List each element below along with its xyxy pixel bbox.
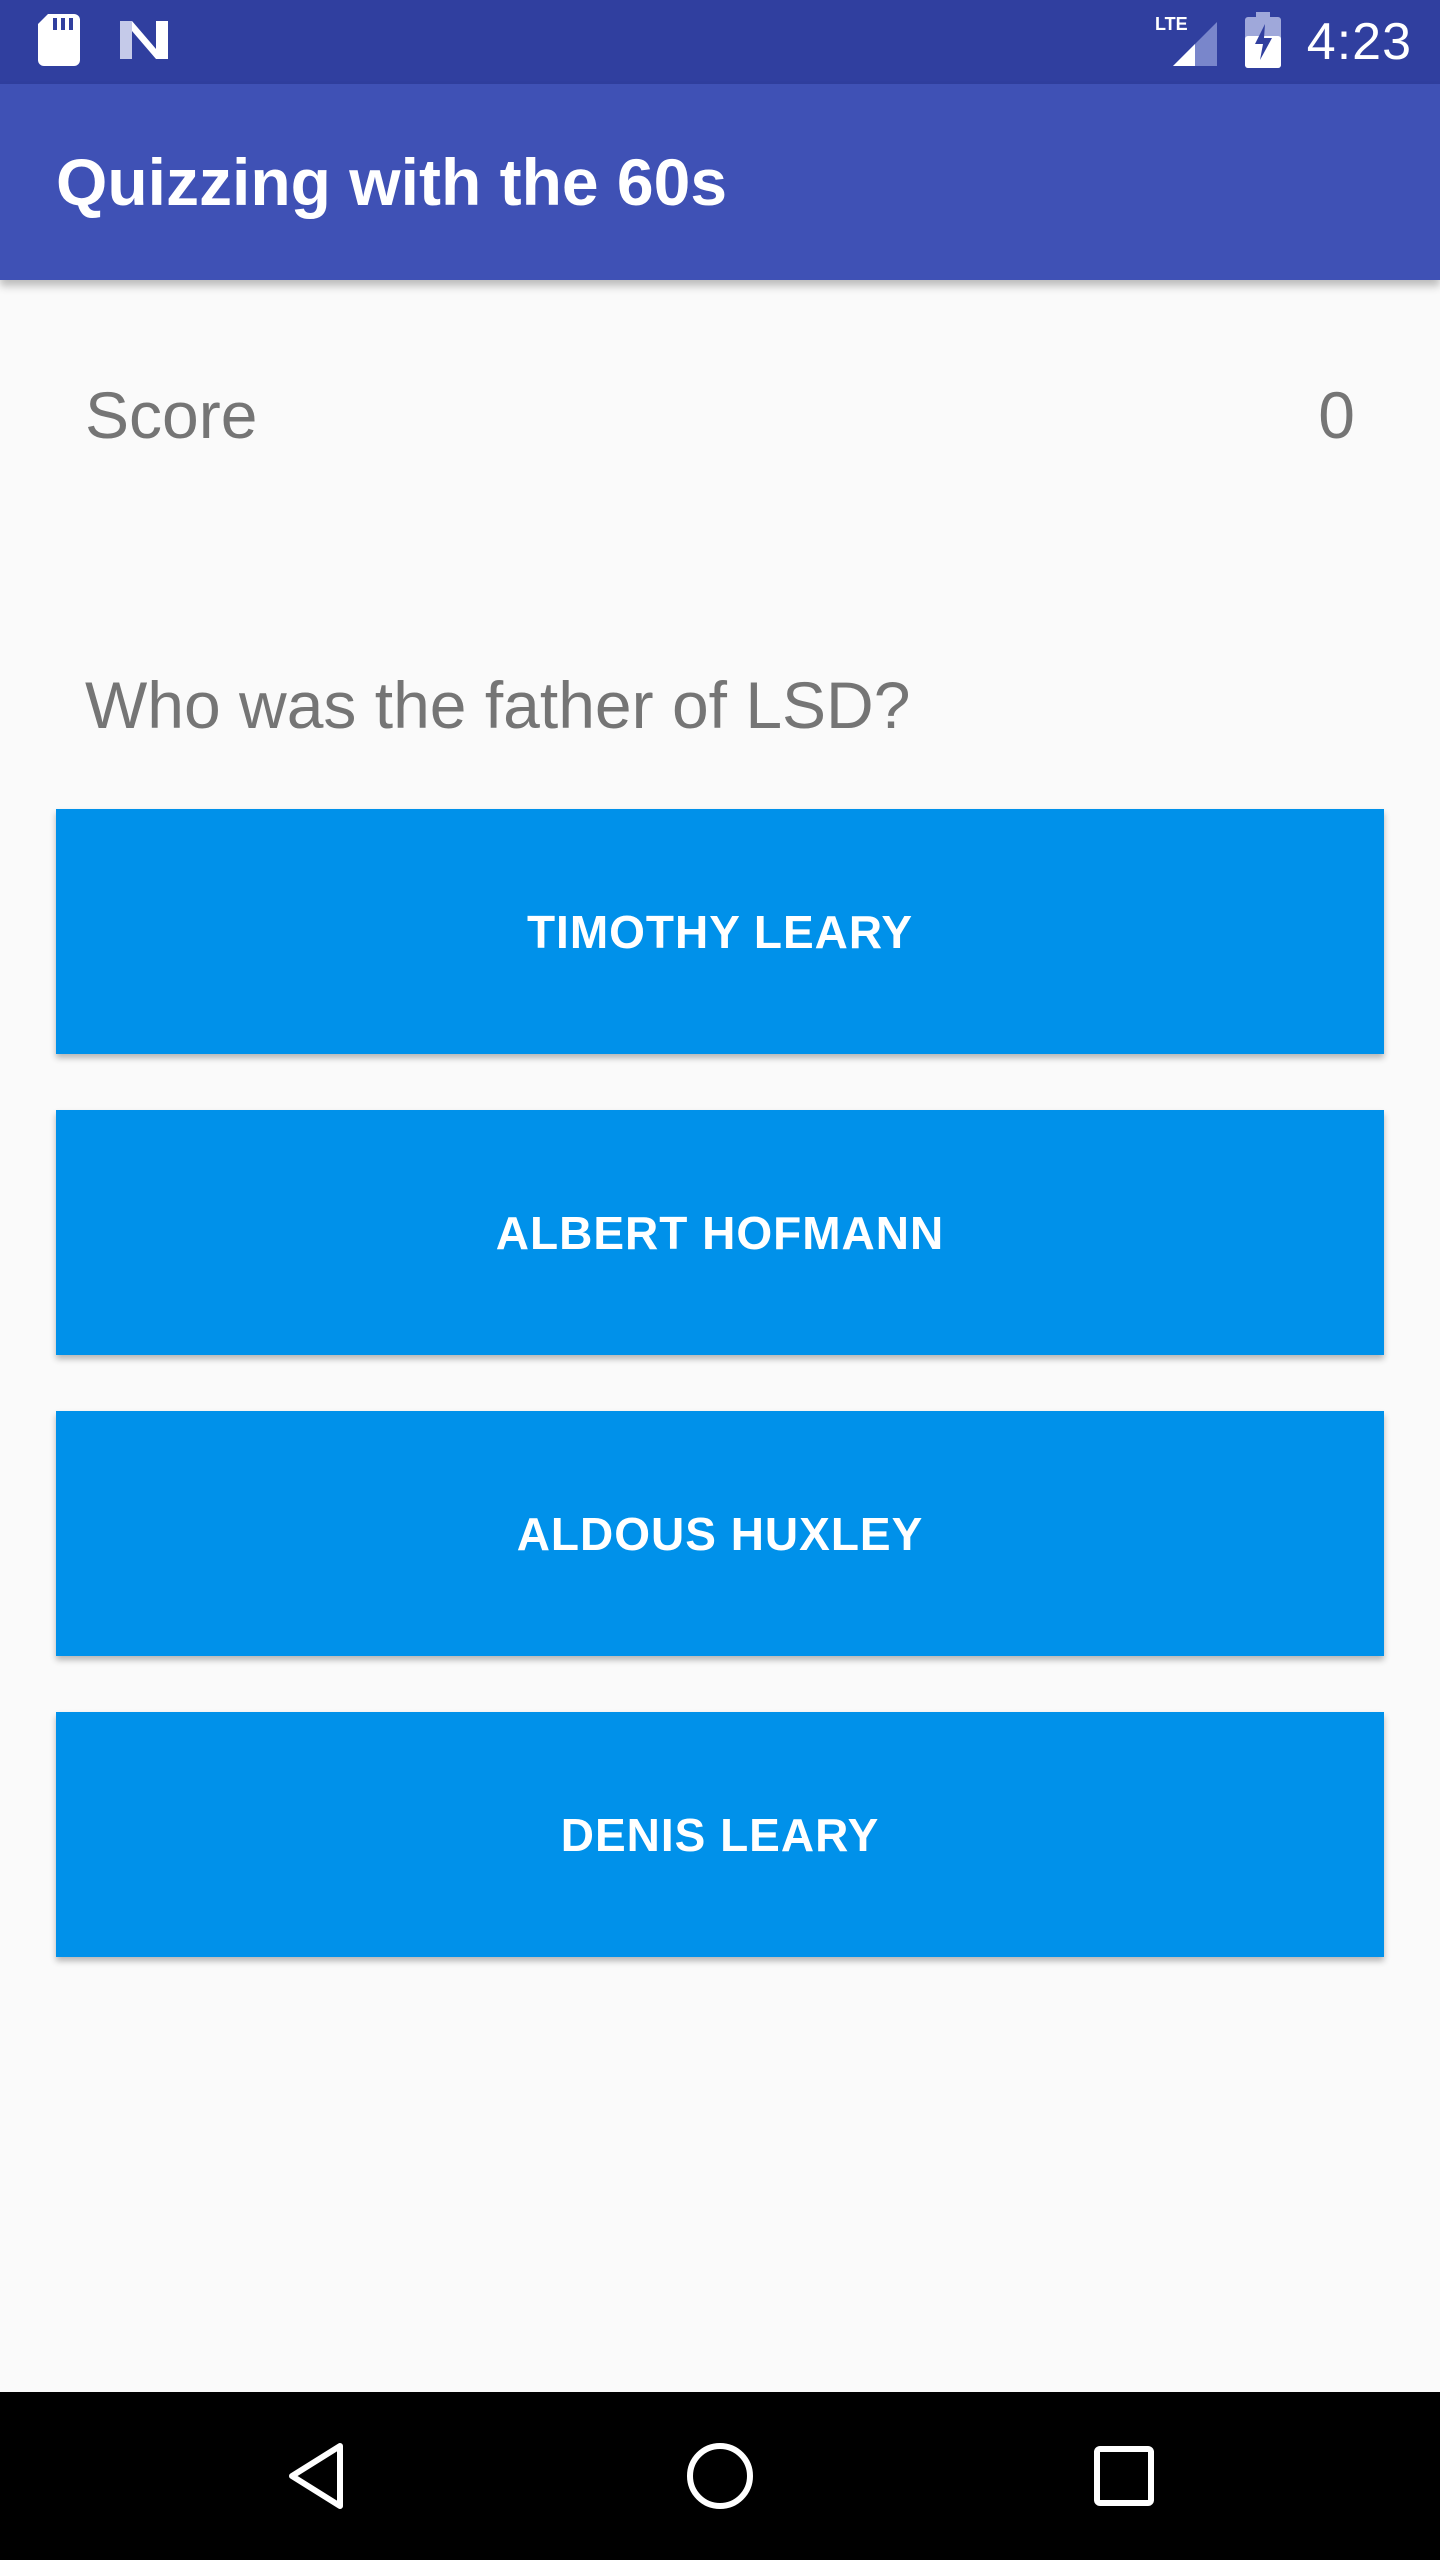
status-bar: LTE 4:23: [0, 0, 1440, 84]
app-title: Quizzing with the 60s: [56, 145, 728, 219]
answer-button-3[interactable]: ALDOUS HUXLEY: [56, 1411, 1384, 1656]
score-value: 0: [1318, 378, 1355, 452]
answer-button-2[interactable]: ALBERT HOFMANN: [56, 1110, 1384, 1355]
score-label: Score: [85, 378, 258, 452]
lte-signal-icon: LTE: [1155, 12, 1219, 73]
score-row: Score 0: [85, 360, 1355, 470]
n-logo-icon: [118, 17, 170, 68]
home-icon[interactable]: [680, 2436, 760, 2516]
answer-button-4[interactable]: DENIS LEARY: [56, 1712, 1384, 1957]
status-right-icons: LTE 4:23: [1155, 0, 1412, 84]
recents-icon[interactable]: [1084, 2436, 1164, 2516]
svg-text:LTE: LTE: [1155, 14, 1188, 34]
sd-card-icon: [38, 13, 80, 71]
navigation-bar: [0, 2392, 1440, 2560]
status-left-icons: [38, 13, 170, 71]
app-bar: Quizzing with the 60s: [0, 84, 1440, 280]
question-text: Who was the father of LSD?: [85, 668, 911, 742]
battery-charging-icon: [1244, 11, 1281, 73]
back-icon[interactable]: [276, 2436, 356, 2516]
status-clock: 4:23: [1306, 13, 1412, 71]
answer-button-1[interactable]: TIMOTHY LEARY: [56, 809, 1384, 1054]
